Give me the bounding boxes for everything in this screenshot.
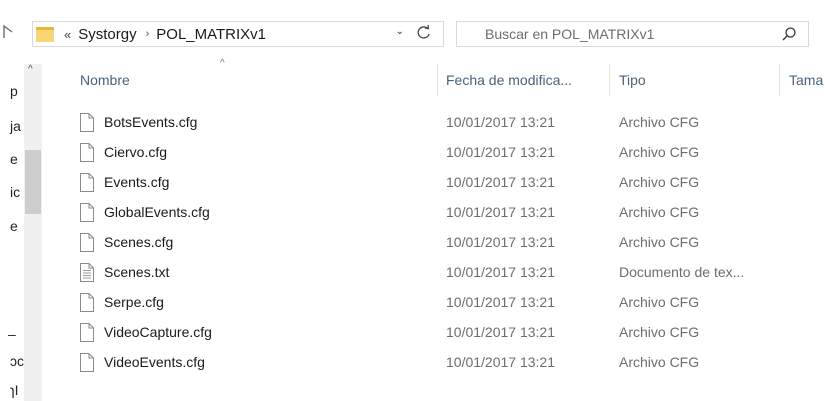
column-header-name[interactable]: Nombre [80, 72, 130, 88]
file-icon [80, 233, 94, 252]
column-divider[interactable] [609, 64, 610, 96]
breadcrumb-overflow-button[interactable]: « [64, 27, 71, 42]
nav-item-fragment[interactable]: ɿI [10, 382, 19, 398]
file-icon [80, 323, 94, 342]
column-header-date[interactable]: Fecha de modifica... [446, 72, 572, 88]
file-date-modified: 10/01/2017 13:21 [446, 234, 555, 250]
file-type: Archivo CFG [619, 294, 700, 310]
file-date-modified: 10/01/2017 13:21 [446, 204, 555, 220]
column-divider[interactable] [437, 64, 438, 96]
breadcrumb-systorgy[interactable]: Systorgy [78, 26, 136, 43]
file-type: Archivo CFG [619, 354, 700, 370]
nav-item-fragment[interactable]: e [10, 151, 18, 167]
file-row[interactable]: Events.cfg 10/01/2017 13:21 Archivo CFG [68, 168, 825, 198]
file-date-modified: 10/01/2017 13:21 [446, 114, 555, 130]
file-row[interactable]: Serpe.cfg 10/01/2017 13:21 Archivo CFG [68, 288, 825, 318]
file-row[interactable]: Scenes.txt 10/01/2017 13:21 Documento de t… [68, 258, 825, 288]
file-type: Archivo CFG [619, 234, 700, 250]
file-name: Ciervo.cfg [104, 144, 168, 160]
search-box[interactable] [456, 21, 809, 47]
file-icon [80, 113, 94, 132]
nav-item-fragment[interactable]: ic [10, 184, 20, 200]
file-type: Archivo CFG [619, 174, 700, 190]
file-row[interactable]: VideoEvents.cfg 10/01/2017 13:21 Archivo C… [68, 348, 825, 378]
file-date-modified: 10/01/2017 13:21 [446, 264, 555, 280]
file-icon [80, 353, 94, 372]
column-divider[interactable] [779, 64, 780, 96]
file-name: Scenes.cfg [104, 234, 174, 250]
search-icon[interactable] [781, 26, 797, 42]
column-header-size[interactable]: Tama [789, 72, 823, 88]
file-icon [80, 203, 94, 222]
file-icon [80, 143, 94, 162]
file-icon [80, 173, 94, 192]
file-type: Archivo CFG [619, 114, 700, 130]
file-name: GlobalEvents.cfg [104, 204, 210, 220]
file-type: Archivo CFG [619, 324, 700, 340]
address-dropdown-icon[interactable]: ⌄ [396, 26, 404, 37]
nav-item-fragment[interactable]: p [10, 83, 18, 99]
file-name: BotsEvents.cfg [104, 114, 198, 130]
file-name: VideoCapture.cfg [104, 324, 212, 340]
sort-ascending-icon: ^ [220, 58, 225, 69]
file-name: Serpe.cfg [104, 294, 164, 310]
file-row[interactable]: GlobalEvents.cfg 10/01/2017 13:21 Archivo … [68, 198, 825, 228]
file-name: Scenes.txt [104, 264, 170, 280]
navigation-scroll-thumb[interactable] [25, 150, 41, 214]
column-header-type[interactable]: Tipo [619, 72, 646, 88]
file-name: Events.cfg [104, 174, 170, 190]
file-name: VideoEvents.cfg [104, 354, 205, 370]
navigation-scrollbar[interactable] [24, 64, 42, 401]
file-row[interactable]: BotsEvents.cfg 10/01/2017 13:21 Archivo CF… [68, 108, 825, 138]
file-row[interactable]: Ciervo.cfg 10/01/2017 13:21 Archivo CFG [68, 138, 825, 168]
file-date-modified: 10/01/2017 13:21 [446, 174, 555, 190]
search-input[interactable] [457, 26, 757, 42]
file-date-modified: 10/01/2017 13:21 [446, 324, 555, 340]
file-date-modified: 10/01/2017 13:21 [446, 354, 555, 370]
nav-item-fragment[interactable]: ɔc [10, 353, 24, 369]
file-icon [80, 293, 94, 312]
file-type: Archivo CFG [619, 144, 700, 160]
file-row[interactable]: VideoCapture.cfg 10/01/2017 13:21 Archivo … [68, 318, 825, 348]
file-row[interactable]: Scenes.cfg 10/01/2017 13:21 Archivo CFG [68, 228, 825, 258]
address-bar[interactable]: « Systorgy › POL_MATRIXv1 ⌄ [32, 21, 444, 47]
breadcrumb-pol-matrix[interactable]: POL_MATRIXv1 [156, 26, 266, 43]
nav-item-fragment[interactable]: ja [10, 118, 21, 134]
breadcrumb-separator-icon[interactable]: › [146, 28, 150, 40]
file-type: Archivo CFG [619, 204, 700, 220]
file-date-modified: 10/01/2017 13:21 [446, 144, 555, 160]
folder-icon [36, 26, 56, 43]
refresh-icon[interactable] [415, 24, 433, 42]
up-arrow-icon[interactable] [2, 24, 16, 42]
text-file-icon [80, 263, 94, 282]
file-type: Documento de tex... [619, 264, 745, 280]
scroll-up-icon[interactable]: ^ [28, 64, 33, 75]
nav-item-fragment[interactable]: – [8, 326, 16, 342]
file-date-modified: 10/01/2017 13:21 [446, 294, 555, 310]
nav-item-fragment[interactable]: e [10, 218, 18, 234]
